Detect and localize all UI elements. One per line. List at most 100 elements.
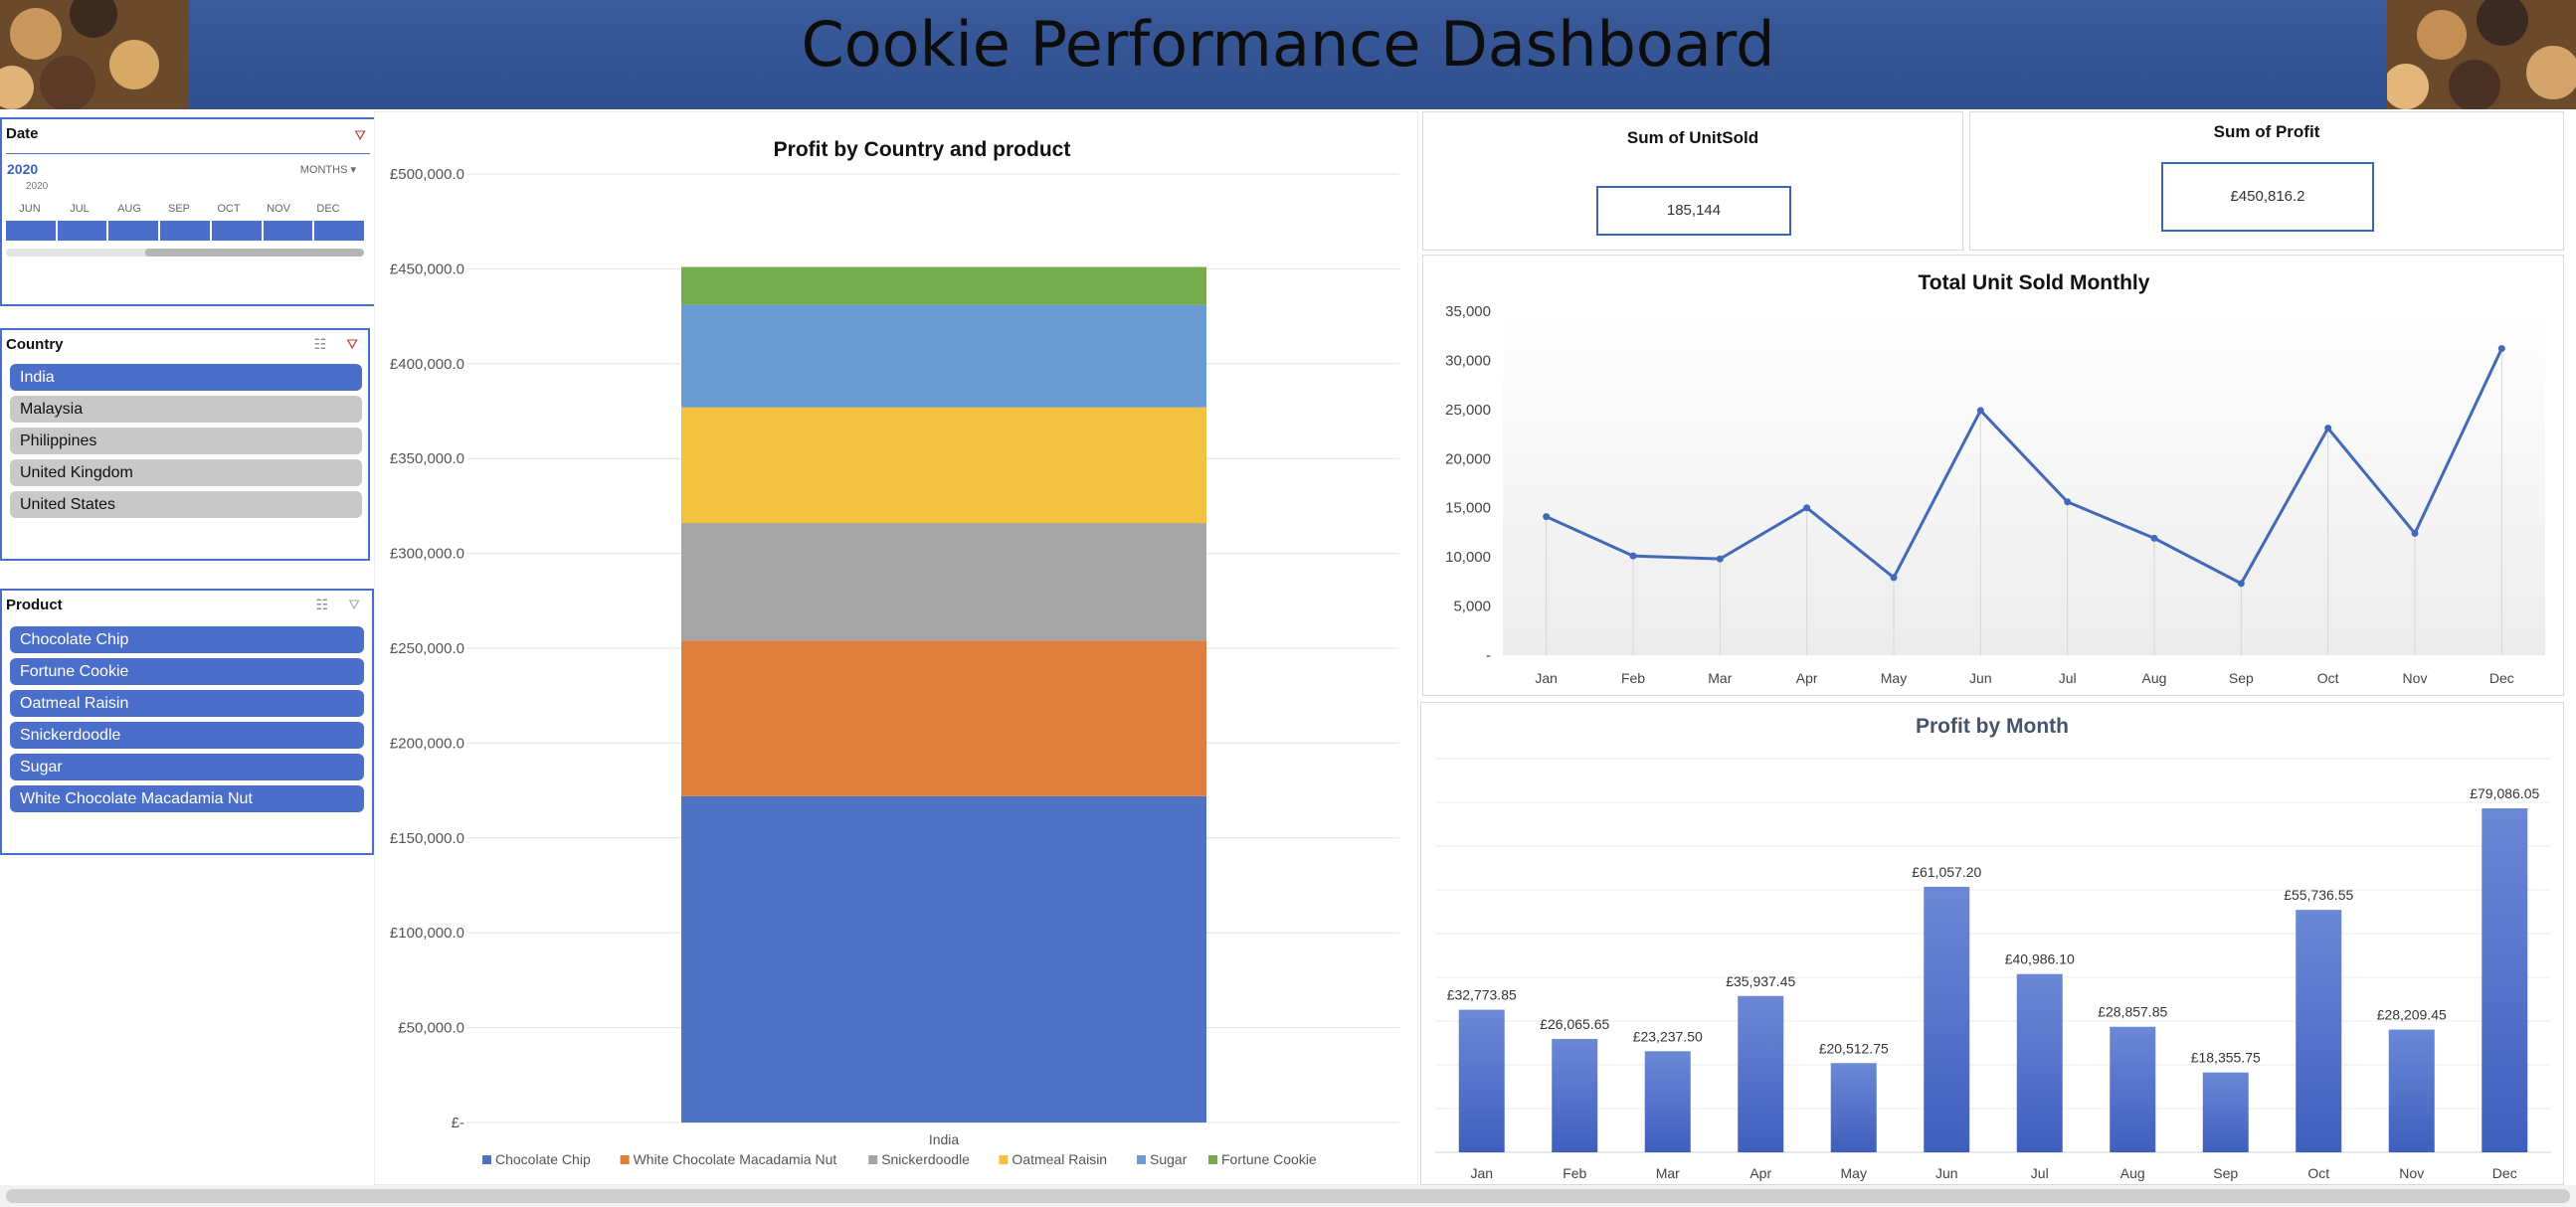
kpi-units-value: 185,144 [1596, 186, 1791, 236]
legend-swatch [1208, 1155, 1217, 1164]
y-tick-label: 5,000 [1453, 599, 1491, 615]
country-slicer-title: Country [6, 336, 64, 353]
country-item-united-kingdom[interactable]: United Kingdom [10, 459, 362, 486]
timeline-cell[interactable] [6, 221, 56, 241]
country-slicer[interactable]: Country ☷ ⛛ India Malaysia Philippines U… [0, 328, 370, 561]
data-label: £23,237.50 [1633, 1028, 1703, 1044]
bar [2202, 1072, 2249, 1152]
legend-swatch [868, 1155, 878, 1164]
product-slicer[interactable]: Product ☷ ⛛ Chocolate Chip Fortune Cooki… [0, 589, 374, 855]
y-tick-label: 20,000 [1445, 450, 1491, 467]
data-point [1716, 555, 1724, 563]
horizontal-scroll-thumb[interactable] [6, 1189, 2570, 1203]
x-tick-label: Jan [1535, 670, 1558, 686]
profit-country-product-chart[interactable]: Profit by Country and product £- £50,000.0… [374, 111, 1418, 1185]
x-tick-label: May [1841, 1165, 1867, 1181]
bar [1458, 1009, 1505, 1152]
timeline-cell[interactable] [263, 221, 313, 241]
units-monthly-chart[interactable]: Total Unit Sold Monthly - 5,000 10,000 15,00… [1422, 255, 2564, 696]
y-tick-label: £400,000.0 [390, 356, 464, 373]
product-item-snickerdoodle[interactable]: Snickerdoodle [10, 722, 364, 749]
bar [1644, 1051, 1691, 1152]
data-label: £61,057.20 [1912, 864, 1981, 880]
data-label: £18,355.75 [2191, 1050, 2261, 1066]
y-tick-label: 25,000 [1445, 402, 1491, 419]
y-tick-label: £450,000.0 [390, 260, 464, 277]
timeline-cell[interactable] [211, 221, 262, 241]
data-label: £32,773.85 [1447, 987, 1517, 1003]
product-item-chocolate-chip[interactable]: Chocolate Chip [10, 626, 364, 653]
date-timeline-slicer[interactable]: Date ⛛ 2020 MONTHS ▾ 2020 JUN JUL AUG SE… [0, 117, 376, 306]
data-point [2324, 425, 2332, 432]
legend-label: Chocolate Chip [495, 1151, 591, 1167]
clear-filter-icon[interactable]: ⛛ [354, 127, 366, 144]
product-slicer-title: Product [6, 597, 63, 613]
y-tick-label: £250,000.0 [390, 640, 464, 657]
kpi-card-units: Sum of UnitSold 185,144 [1422, 111, 1963, 251]
timeline-level-dropdown[interactable]: MONTHS ▾ [300, 163, 356, 176]
timeline-selection-bar[interactable] [6, 221, 365, 241]
product-item-fortune-cookie[interactable]: Fortune Cookie [10, 658, 364, 685]
data-point [1543, 513, 1551, 521]
stack-segment [681, 640, 1206, 796]
y-tick-label: - [1486, 647, 1491, 664]
y-tick-label: 15,000 [1445, 500, 1491, 517]
multi-select-icon[interactable]: ☷ [313, 336, 326, 353]
bar-chart-svg: Profit by Month £32,773.85 Jan £26,065.65 Fe… [1435, 715, 2551, 1181]
x-tick-label: Nov [2399, 1165, 2424, 1181]
x-tick-label: Sep [2213, 1165, 2238, 1181]
x-tick-label: Nov [2403, 670, 2428, 686]
bar [1830, 1063, 1877, 1152]
x-tick-label: Apr [1749, 1165, 1771, 1181]
y-tick-label: £50,000.0 [398, 1020, 464, 1037]
x-tick-label: Oct [2307, 1165, 2329, 1181]
legend-swatch [1137, 1155, 1146, 1164]
legend-label: Snickerdoodle [881, 1151, 970, 1167]
legend-swatch [482, 1155, 491, 1164]
data-point [2411, 529, 2419, 537]
multi-select-icon[interactable]: ☷ [315, 597, 328, 613]
plot-area [1503, 311, 2545, 655]
timeline-cell[interactable] [160, 221, 210, 241]
y-tick-label: 30,000 [1445, 352, 1491, 369]
timeline-scroll-thumb[interactable] [145, 249, 364, 257]
clear-filter-icon[interactable]: ⛛ [348, 597, 360, 613]
data-point [1890, 574, 1898, 582]
timeline-cell[interactable] [108, 221, 159, 241]
timeline-month: JUN [19, 203, 41, 215]
y-tick-label: £350,000.0 [390, 450, 464, 467]
bar [2388, 1029, 2435, 1152]
y-tick-label: £500,000.0 [390, 166, 464, 183]
chart-title: Profit by Country and product [774, 138, 1071, 161]
data-point [1976, 407, 1984, 415]
horizontal-scrollbar[interactable] [0, 1185, 2576, 1207]
country-item-india[interactable]: India [10, 364, 362, 391]
timeline-cell[interactable] [314, 221, 365, 241]
kpi-card-profit: Sum of Profit £450,816.2 [1969, 111, 2564, 251]
country-item-philippines[interactable]: Philippines [10, 428, 362, 454]
timeline-scrollbar[interactable] [6, 249, 364, 257]
data-label: £28,857.85 [2098, 1004, 2167, 1020]
product-item-oatmeal-raisin[interactable]: Oatmeal Raisin [10, 690, 364, 717]
timeline-month: OCT [217, 203, 241, 215]
timeline-month: NOV [267, 203, 290, 215]
stacked-chart-svg: Profit by Country and product £- £50,000.0… [390, 138, 1399, 1167]
data-label: £28,209.45 [2377, 1007, 2447, 1023]
legend-label: White Chocolate Macadamia Nut [634, 1151, 837, 1167]
timeline-cell[interactable] [57, 221, 107, 241]
x-tick-label: Dec [2492, 1165, 2517, 1181]
y-tick-label: £200,000.0 [390, 735, 464, 752]
cookie-image-right [2387, 0, 2576, 109]
timeline-sub-year: 2020 [26, 181, 49, 192]
product-item-white-chocolate-macadamia-nut[interactable]: White Chocolate Macadamia Nut [10, 785, 364, 812]
clear-filter-icon[interactable]: ⛛ [346, 336, 358, 353]
y-tick-label: £100,000.0 [390, 925, 464, 942]
data-label: £79,086.05 [2470, 785, 2539, 801]
y-tick-label: 35,000 [1445, 303, 1491, 320]
stack-segment [681, 795, 1206, 1122]
product-item-sugar[interactable]: Sugar [10, 754, 364, 780]
profit-by-month-chart[interactable]: Profit by Month £32,773.85 Jan £26,065.65 Fe… [1420, 702, 2564, 1185]
country-item-united-states[interactable]: United States [10, 491, 362, 518]
country-item-malaysia[interactable]: Malaysia [10, 396, 362, 423]
data-label: £40,986.10 [2005, 951, 2075, 967]
